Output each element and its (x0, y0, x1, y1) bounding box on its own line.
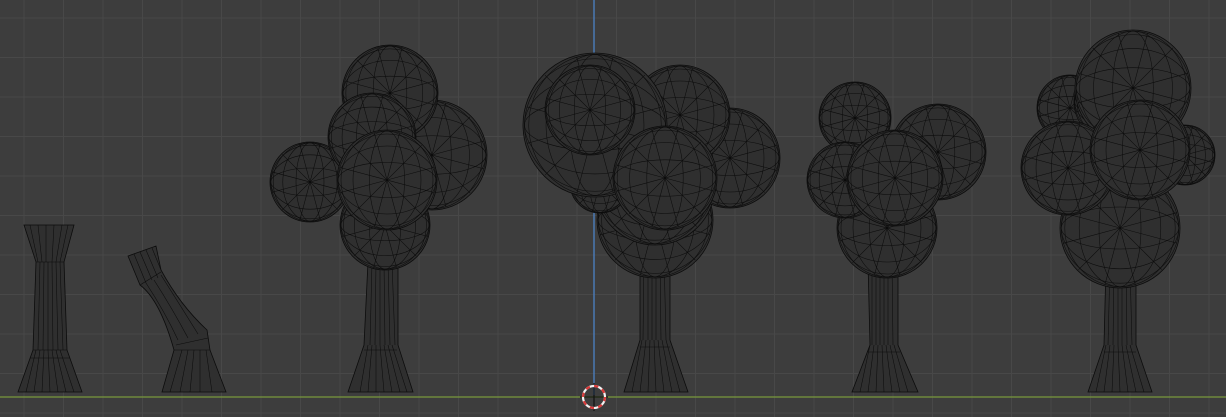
tree-3-object[interactable] (806, 81, 987, 393)
3d-viewport[interactable] (0, 0, 1226, 417)
tree-2-object[interactable] (522, 52, 781, 393)
viewport-scene[interactable] (0, 0, 1226, 417)
tree-4-object[interactable] (1020, 29, 1216, 393)
3d-cursor-icon[interactable] (580, 383, 608, 411)
trunk-straight-object[interactable] (17, 224, 83, 393)
foliage-wire (545, 65, 635, 155)
